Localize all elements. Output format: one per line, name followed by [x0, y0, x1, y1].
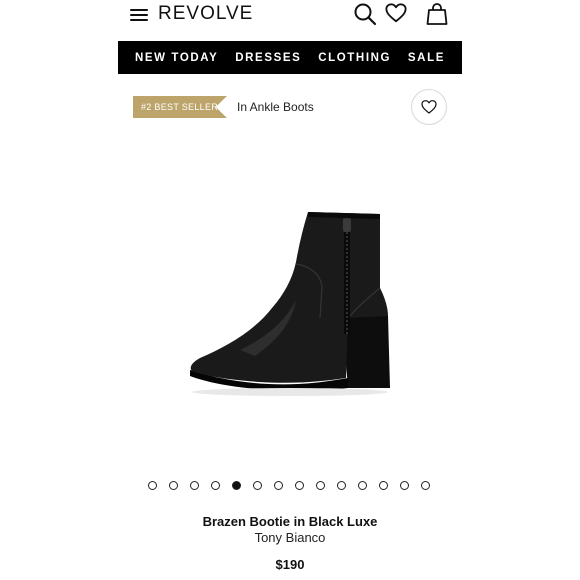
carousel-dot[interactable] [169, 481, 178, 490]
carousel-dot[interactable] [358, 481, 367, 490]
brand-logo[interactable]: REVOLVE [158, 3, 253, 25]
nav-new-today[interactable]: NEW TODAY [135, 52, 218, 64]
carousel-dot[interactable] [337, 481, 346, 490]
heart-icon[interactable] [385, 2, 407, 24]
carousel-dot[interactable] [295, 481, 304, 490]
best-seller-badge: #2 BEST SELLER [133, 96, 227, 118]
product-image[interactable] [180, 200, 400, 400]
carousel-dot[interactable] [232, 481, 241, 490]
category-link[interactable]: In Ankle Boots [237, 100, 314, 114]
product-brand[interactable]: Tony Bianco [0, 530, 580, 545]
heart-outline-icon [421, 100, 437, 114]
carousel-dot[interactable] [211, 481, 220, 490]
nav-dresses[interactable]: DRESSES [235, 52, 301, 64]
carousel-dot[interactable] [316, 481, 325, 490]
product-name[interactable]: Brazen Bootie in Black Luxe [0, 514, 580, 529]
nav-clothing[interactable]: CLOTHING [318, 52, 391, 64]
image-carousel-dots [148, 481, 430, 490]
carousel-dot[interactable] [253, 481, 262, 490]
search-icon[interactable] [353, 2, 377, 26]
carousel-dot[interactable] [274, 481, 283, 490]
product-page: REVOLVE NEW TODAY DRESSES CLOTHING SALE … [0, 0, 580, 580]
add-to-wishlist-button[interactable] [411, 89, 447, 125]
hamburger-menu-icon[interactable] [129, 6, 149, 22]
carousel-dot[interactable] [421, 481, 430, 490]
carousel-dot[interactable] [379, 481, 388, 490]
carousel-dot[interactable] [400, 481, 409, 490]
nav-sale[interactable]: SALE [408, 52, 445, 64]
category-nav: NEW TODAY DRESSES CLOTHING SALE [118, 41, 462, 74]
product-price: $190 [275, 557, 305, 572]
site-header: REVOLVE [0, 0, 580, 32]
carousel-dot[interactable] [148, 481, 157, 490]
carousel-dot[interactable] [190, 481, 199, 490]
shopping-bag-icon[interactable] [425, 2, 449, 26]
